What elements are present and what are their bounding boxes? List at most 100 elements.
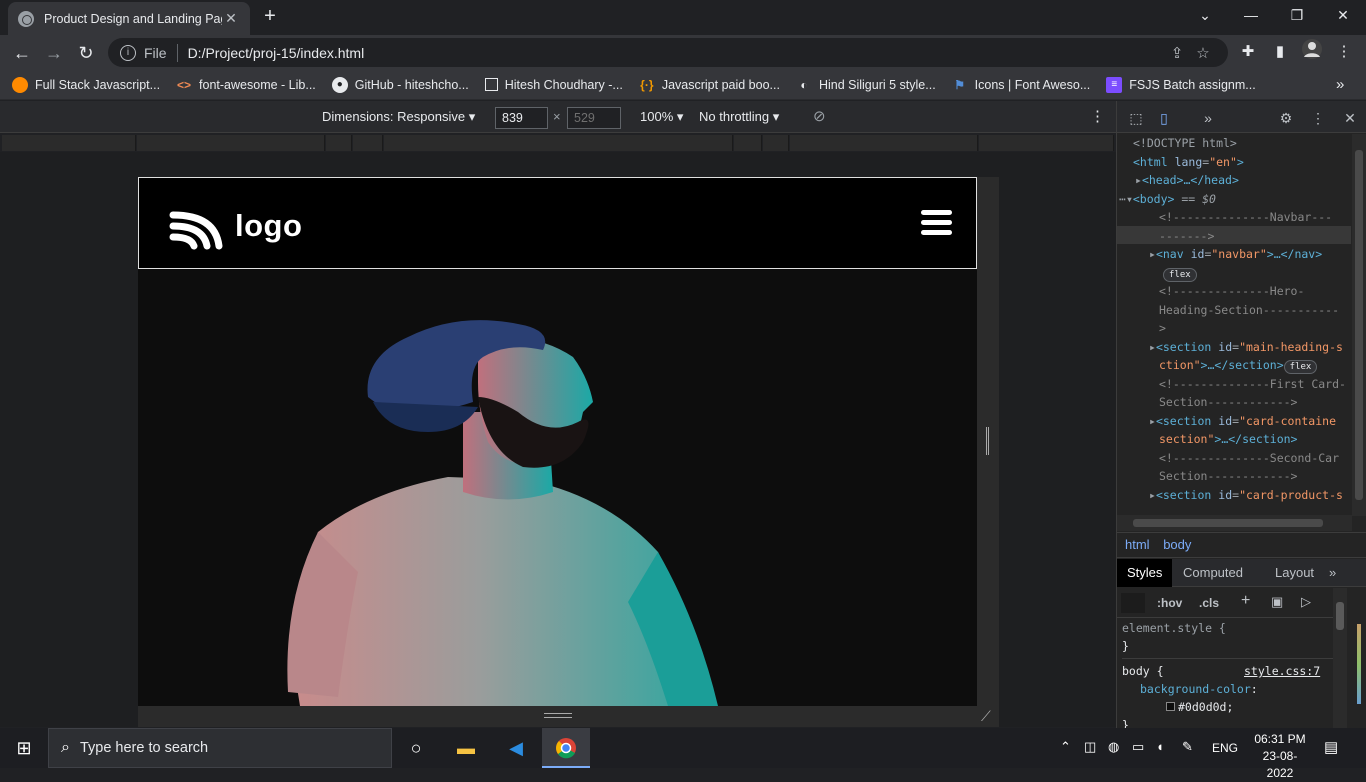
element-style-rule[interactable]: element.style { [1122, 619, 1333, 637]
menu-kebab-icon[interactable]: ⋮ [1330, 38, 1358, 66]
bookmark-item[interactable]: ● GitHub - hiteshcho... [331, 76, 469, 93]
dom-line[interactable]: ▸<section id="card-product-s [1117, 486, 1351, 505]
dom-line[interactable]: ▸<section id="card-containe [1117, 412, 1351, 431]
dom-line[interactable]: <!DOCTYPE html> [1117, 134, 1351, 153]
elements-horizontal-scrollbar[interactable] [1117, 515, 1352, 531]
bookmark-star-icon[interactable]: ☆ [1190, 44, 1216, 62]
address-bar[interactable]: i File D:/Project/proj-15/index.html ⇪ ☆ [108, 38, 1228, 67]
ruler-segment[interactable] [763, 135, 789, 151]
bookmark-item[interactable]: ⚑ Icons | Font Aweso... [952, 77, 1090, 93]
device-options-kebab-icon[interactable]: ⋮ [1090, 107, 1105, 125]
dom-line[interactable]: <!--------------Second-Car [1117, 449, 1351, 468]
logo-wifi-icon[interactable] [169, 210, 223, 250]
bookmark-item[interactable]: Full Stack Javascript... [12, 76, 160, 93]
file-explorer-icon[interactable]: ▬ [442, 728, 490, 768]
profile-avatar[interactable] [1298, 38, 1326, 66]
network-globe-icon[interactable]: ◍ [1108, 739, 1119, 755]
corner-resize-icon[interactable]: ⟋ [981, 708, 991, 725]
volume-icon[interactable]: ◖ [1156, 739, 1164, 754]
rotate-icon[interactable]: ⊘ [813, 107, 826, 125]
back-arrow-icon[interactable]: ← [8, 39, 36, 67]
cls-toggle[interactable]: .cls [1199, 596, 1219, 610]
media-query-ruler[interactable] [0, 134, 1116, 152]
expand-triangle-icon[interactable]: ▸ [1135, 173, 1142, 187]
bookmark-item[interactable]: ≡ FSJS Batch assignm... [1106, 76, 1256, 93]
pen-icon[interactable]: ✎ [1182, 739, 1193, 755]
dom-line[interactable]: ction">…</section> flex [1117, 356, 1351, 375]
bookmark-item[interactable]: Hitesh Choudhary -... [484, 78, 623, 92]
bookmark-item[interactable]: ◐ Hind Siliguri 5 style... [796, 77, 935, 93]
windows-start-icon[interactable]: ⊞ [0, 728, 48, 768]
tab-styles[interactable]: Styles [1117, 559, 1173, 587]
dom-line[interactable]: Heading-Section----------- [1117, 301, 1351, 320]
expand-triangle-icon[interactable]: ▸ [1149, 488, 1156, 502]
hov-toggle[interactable]: :hov [1157, 596, 1182, 610]
throttling-dropdown[interactable]: No throttling ▾ [699, 109, 779, 125]
resize-handle-icon[interactable] [544, 713, 572, 718]
dom-line[interactable]: ▸<head>…</head> [1117, 171, 1351, 190]
language-indicator[interactable]: ENG [1212, 741, 1238, 755]
dom-line[interactable]: ▸<section id="main-heading-s [1117, 338, 1351, 357]
breadcrumb-body[interactable]: body [1163, 537, 1191, 552]
resize-handle-icon[interactable] [986, 427, 989, 455]
bookmark-item[interactable]: <> font-awesome - Lib... [176, 77, 316, 93]
url-text[interactable]: D:/Project/proj-15/index.html [188, 45, 1164, 61]
style-value[interactable]: #0d0d0d; [1122, 698, 1333, 716]
tab-product-design[interactable]: Product Design and Landing Pag ✕ [8, 2, 250, 35]
forward-arrow-icon[interactable]: → [40, 39, 68, 67]
body-rule-header[interactable]: body { style.css:7 [1122, 662, 1333, 680]
extensions-puzzle-icon[interactable]: ✚ [1234, 38, 1262, 66]
dimensions-dropdown[interactable]: Dimensions: Responsive ▾ [322, 109, 475, 125]
share-icon[interactable]: ⇪ [1164, 44, 1190, 62]
viewport-bottom-resizer[interactable]: ⟋ [138, 706, 999, 727]
ruler-segment[interactable] [734, 135, 762, 151]
tab-close-icon[interactable]: ✕ [222, 10, 240, 27]
zoom-dropdown[interactable]: 100% ▾ [640, 109, 683, 125]
ruler-segment[interactable] [979, 135, 1114, 151]
tab-layout[interactable]: Layout [1265, 559, 1324, 587]
elements-tree[interactable]: <!DOCTYPE html> <html lang="en"> ▸<head>… [1117, 134, 1351, 516]
vscode-icon[interactable]: ◀ [492, 728, 540, 768]
inspect-element-icon[interactable]: ⬚ [1125, 107, 1147, 129]
side-panel-icon[interactable]: ▮ [1266, 38, 1294, 66]
ruler-segment[interactable] [384, 135, 733, 151]
collapse-triangle-icon[interactable]: ▾ [1126, 192, 1133, 206]
devtools-kebab-icon[interactable]: ⋮ [1307, 107, 1329, 129]
toggle-sidebar-icon[interactable]: ▷ [1301, 594, 1311, 610]
dom-line[interactable]: <!--------------First Card- [1117, 375, 1351, 394]
hamburger-menu-icon[interactable] [921, 210, 952, 236]
ruler-segment[interactable] [326, 135, 352, 151]
ruler-segment[interactable] [137, 135, 325, 151]
paint-roller-icon[interactable]: ▣ [1271, 594, 1283, 610]
notifications-icon[interactable]: ▤ [1324, 738, 1338, 756]
logo-text[interactable]: logo [235, 208, 302, 244]
height-input[interactable]: 529 [567, 107, 621, 129]
ruler-segment[interactable] [353, 135, 383, 151]
more-tabs-icon[interactable]: » [1319, 559, 1346, 587]
elements-vertical-scrollbar[interactable] [1352, 134, 1366, 516]
restore-button[interactable]: ❐ [1274, 0, 1320, 30]
color-swatch[interactable] [1166, 702, 1175, 711]
dom-line[interactable]: section">…</section> [1117, 430, 1351, 449]
reload-icon[interactable]: ↻ [72, 39, 100, 67]
width-input[interactable]: 839 [495, 107, 548, 129]
style-source-link[interactable]: style.css:7 [1244, 662, 1320, 680]
battery-icon[interactable]: ▭ [1132, 739, 1144, 755]
ruler-segment[interactable] [2, 135, 136, 151]
breadcrumb-html[interactable]: html [1125, 537, 1150, 552]
bookmarks-overflow-icon[interactable]: » [1336, 76, 1344, 93]
expand-triangle-icon[interactable]: ▸ [1149, 414, 1156, 428]
minimize-button[interactable]: — [1228, 0, 1274, 30]
tab-search-chevron-icon[interactable]: ⌄ [1182, 0, 1228, 30]
taskbar-search-box[interactable]: ⌕ Type here to search [48, 728, 392, 768]
close-window-button[interactable]: ✕ [1320, 0, 1366, 30]
style-property[interactable]: background-color: [1122, 680, 1333, 698]
new-tab-button[interactable]: + [258, 5, 282, 29]
dom-line-selected[interactable]: ⋯▾<body> == $0 [1117, 190, 1351, 209]
task-view-icon[interactable]: ○ [392, 728, 440, 768]
expand-triangle-icon[interactable]: ▸ [1149, 247, 1156, 261]
ruler-segment[interactable] [790, 135, 978, 151]
dom-line[interactable]: <!--------------Hero- [1117, 282, 1351, 301]
more-panels-chevron-icon[interactable]: » [1197, 107, 1219, 129]
expand-triangle-icon[interactable]: ▸ [1149, 340, 1156, 354]
